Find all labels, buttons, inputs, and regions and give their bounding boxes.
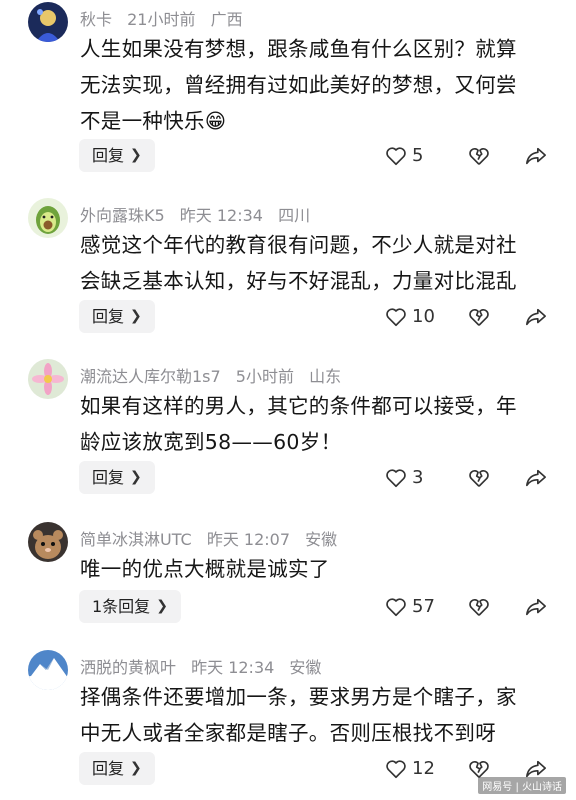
like-heart-icon[interactable]	[385, 145, 407, 167]
timestamp: 昨天 12:07	[206, 530, 291, 549]
username[interactable]: 秋卡	[80, 10, 112, 29]
comment-actions: 10	[0, 306, 576, 336]
like-heart-icon[interactable]	[385, 758, 407, 780]
location: 广西	[210, 10, 243, 29]
username[interactable]: 洒脱的黄枫叶	[80, 658, 176, 677]
avatar[interactable]	[28, 650, 68, 690]
comment-actions: 5	[0, 145, 576, 175]
comment-text: 择偶条件还要增加一条，要求男方是个瞎子，家 中无人或者全家都是瞎子。否则压根找不…	[80, 679, 550, 751]
username[interactable]: 简单冰淇淋UTC	[80, 530, 192, 549]
like-count: 5	[412, 145, 424, 166]
broken-heart-icon[interactable]	[468, 467, 490, 489]
timestamp: 5小时前	[235, 367, 294, 386]
share-arrow-icon[interactable]	[524, 467, 548, 489]
like-heart-icon[interactable]	[385, 596, 407, 618]
avatar[interactable]	[28, 198, 68, 238]
comment-line: 如果有这样的男人，其它的条件都可以接受，年	[80, 394, 517, 418]
comment-line: 择偶条件还要增加一条，要求男方是个瞎子，家	[80, 685, 517, 709]
like-count: 12	[412, 758, 435, 779]
broken-heart-icon[interactable]	[468, 596, 490, 618]
location: 四川	[278, 206, 311, 225]
comment-actions: 3	[0, 467, 576, 497]
location: 安徽	[305, 530, 338, 549]
comment-line: 会缺乏基本认知，好与不好混乱，力量对比混乱	[80, 269, 517, 293]
comment-meta: 外向露珠K5 昨天 12:34 四川	[80, 202, 320, 226]
comment-meta: 洒脱的黄枫叶 昨天 12:34 安徽	[80, 654, 331, 678]
username[interactable]: 潮流达人库尔勒1s7	[80, 367, 221, 386]
username[interactable]: 外向露珠K5	[80, 206, 165, 225]
location: 山东	[309, 367, 342, 386]
broken-heart-icon[interactable]	[468, 306, 490, 328]
like-count: 57	[412, 596, 435, 617]
comment-line: 龄应该放宽到58——60岁！	[80, 430, 342, 454]
avatar[interactable]	[28, 359, 68, 399]
comment-line: 唯一的优点大概就是诚实了	[80, 557, 330, 581]
like-heart-icon[interactable]	[385, 306, 407, 328]
comment-text: 人生如果没有梦想，跟条咸鱼有什么区别？就算 无法实现，曾经拥有过如此美好的梦想，…	[80, 31, 550, 139]
comment-actions: 57	[0, 596, 576, 626]
comment-line: 中无人或者全家都是瞎子。否则压根找不到呀	[80, 721, 496, 745]
timestamp: 昨天 12:34	[191, 658, 275, 677]
avatar[interactable]	[28, 522, 68, 562]
comment-line: 人生如果没有梦想，跟条咸鱼有什么区别？就算	[80, 37, 517, 61]
timestamp: 21小时前	[127, 10, 196, 29]
comment-text: 如果有这样的男人，其它的条件都可以接受，年 龄应该放宽到58——60岁！	[80, 388, 550, 460]
comment-line: 感觉这个年代的教育很有问题，不少人就是对社	[80, 233, 517, 257]
watermark: 网易号 | 火山诗话	[478, 777, 566, 794]
share-arrow-icon[interactable]	[524, 306, 548, 328]
like-count: 10	[412, 306, 435, 327]
broken-heart-icon[interactable]	[468, 145, 490, 167]
timestamp: 昨天 12:34	[179, 206, 263, 225]
comment-meta: 秋卡 21小时前 广西	[80, 6, 253, 30]
share-arrow-icon[interactable]	[524, 145, 548, 167]
comment-line: 不是一种快乐😁	[80, 109, 227, 133]
comment-meta: 简单冰淇淋UTC 昨天 12:07 安徽	[80, 526, 347, 550]
like-heart-icon[interactable]	[385, 467, 407, 489]
comment-line: 无法实现，曾经拥有过如此美好的梦想，又何尝	[80, 73, 517, 97]
avatar[interactable]	[28, 2, 68, 42]
comment-meta: 潮流达人库尔勒1s7 5小时前 山东	[80, 363, 351, 387]
share-arrow-icon[interactable]	[524, 596, 548, 618]
location: 安徽	[289, 658, 322, 677]
comment-text: 唯一的优点大概就是诚实了	[80, 551, 550, 587]
like-count: 3	[412, 467, 424, 488]
comment-text: 感觉这个年代的教育很有问题，不少人就是对社 会缺乏基本认知，好与不好混乱，力量对…	[80, 227, 550, 299]
